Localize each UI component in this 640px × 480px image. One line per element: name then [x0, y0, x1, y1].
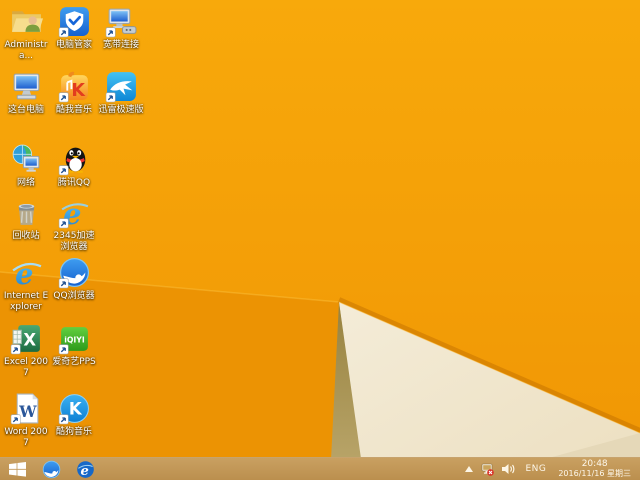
- desktop-icon-internet-explorer[interactable]: Internet Explorer: [2, 256, 50, 313]
- desktop-icon-label: 酷狗音乐: [55, 427, 92, 437]
- desktop-icon-label: QQ浏览器: [53, 291, 95, 301]
- taskbar: ENG 20:48 2016/11/16 星期三: [0, 457, 640, 480]
- language-indicator[interactable]: ENG: [522, 464, 549, 474]
- desktop-icon-this-pc[interactable]: 这台电脑: [2, 70, 50, 116]
- desktop-icon-art: [58, 322, 91, 355]
- desktop-icon-label: 2345加速浏览器: [53, 231, 95, 252]
- desktop-icon-art: [10, 256, 43, 289]
- desktop-icon-art: [58, 143, 91, 176]
- desktop-icon-art: [58, 256, 91, 289]
- network-status-icon[interactable]: [480, 463, 495, 476]
- desktop: K: [0, 0, 640, 480]
- taskbar-app-internet-explorer[interactable]: [68, 460, 102, 479]
- clock-time: 20:48: [581, 459, 608, 469]
- chevron-up-icon: [465, 466, 474, 472]
- show-hidden-icons-button[interactable]: [465, 466, 474, 472]
- desktop-icon-art: [105, 5, 138, 38]
- desktop-icon-label: Internet Explorer: [3, 291, 49, 312]
- desktop-icon-browser-2345[interactable]: 2345加速浏览器: [50, 196, 98, 253]
- system-tray: ENG 20:48 2016/11/16 星期三: [465, 458, 640, 480]
- desktop-icon-label: 宽带连接: [102, 40, 139, 50]
- desktop-icon-art: [10, 5, 43, 38]
- desktop-icon-art: [58, 392, 91, 425]
- desktop-icon-qq-browser[interactable]: QQ浏览器: [50, 256, 98, 302]
- desktop-icon-art: [10, 392, 43, 425]
- desktop-icon-grid: Administra... 电脑管家 宽带连接 这台电脑 酷我音乐 迅雷极速版 …: [0, 0, 640, 480]
- taskbar-clock[interactable]: 20:48 2016/11/16 星期三: [556, 459, 633, 479]
- desktop-icon-label: 腾讯QQ: [57, 178, 91, 188]
- desktop-icon-pc-manager[interactable]: 电脑管家: [50, 5, 98, 51]
- desktop-icon-label: 这台电脑: [7, 105, 44, 115]
- desktop-icon-kugou-music[interactable]: 酷狗音乐: [50, 392, 98, 438]
- qq-browser-icon: [42, 460, 61, 479]
- desktop-icon-label: 网络: [16, 178, 35, 188]
- desktop-icon-label: Administra...: [4, 40, 48, 61]
- desktop-icon-recycle-bin[interactable]: 回收站: [2, 196, 50, 242]
- desktop-icon-label: 电脑管家: [55, 40, 92, 50]
- taskbar-app-qq-browser[interactable]: [34, 460, 68, 479]
- desktop-icon-administrator-folder[interactable]: Administra...: [2, 5, 50, 62]
- desktop-icon-art: [58, 70, 91, 103]
- desktop-icon-art: [10, 322, 43, 355]
- desktop-icon-label: 爱奇艺PPS: [52, 357, 96, 367]
- desktop-icon-art: [10, 70, 43, 103]
- desktop-icon-art: [105, 70, 138, 103]
- desktop-icon-network[interactable]: 网络: [2, 143, 50, 189]
- desktop-icon-excel-2007[interactable]: Excel 2007: [2, 322, 50, 379]
- desktop-icon-art: [10, 196, 43, 229]
- desktop-icon-art: [58, 5, 91, 38]
- desktop-icon-tencent-qq[interactable]: 腾讯QQ: [50, 143, 98, 189]
- desktop-icon-broadband-connection[interactable]: 宽带连接: [97, 5, 145, 51]
- desktop-icon-label: 酷我音乐: [55, 105, 92, 115]
- windows-logo-icon: [8, 461, 26, 477]
- desktop-icon-iqiyi-pps[interactable]: 爱奇艺PPS: [50, 322, 98, 368]
- taskbar-empty-area[interactable]: [102, 458, 465, 480]
- desktop-icon-art: [58, 196, 91, 229]
- desktop-icon-label: 回收站: [12, 231, 40, 241]
- volume-icon[interactable]: [501, 463, 515, 475]
- start-button[interactable]: [0, 458, 34, 480]
- pinned-apps: [34, 460, 102, 479]
- desktop-icon-label: Excel 2007: [4, 357, 48, 378]
- taskbar-left: [0, 458, 102, 480]
- desktop-icon-art: [10, 143, 43, 176]
- clock-date: 2016/11/16 星期三: [558, 469, 631, 478]
- desktop-icon-xunlei-speed[interactable]: 迅雷极速版: [97, 70, 145, 116]
- desktop-icon-label: Word 2007: [4, 427, 48, 448]
- desktop-icon-label: 迅雷极速版: [98, 105, 144, 115]
- desktop-icon-word-2007[interactable]: Word 2007: [2, 392, 50, 449]
- desktop-icon-kuwo-music[interactable]: 酷我音乐: [50, 70, 98, 116]
- internet-explorer-icon: [76, 460, 95, 479]
